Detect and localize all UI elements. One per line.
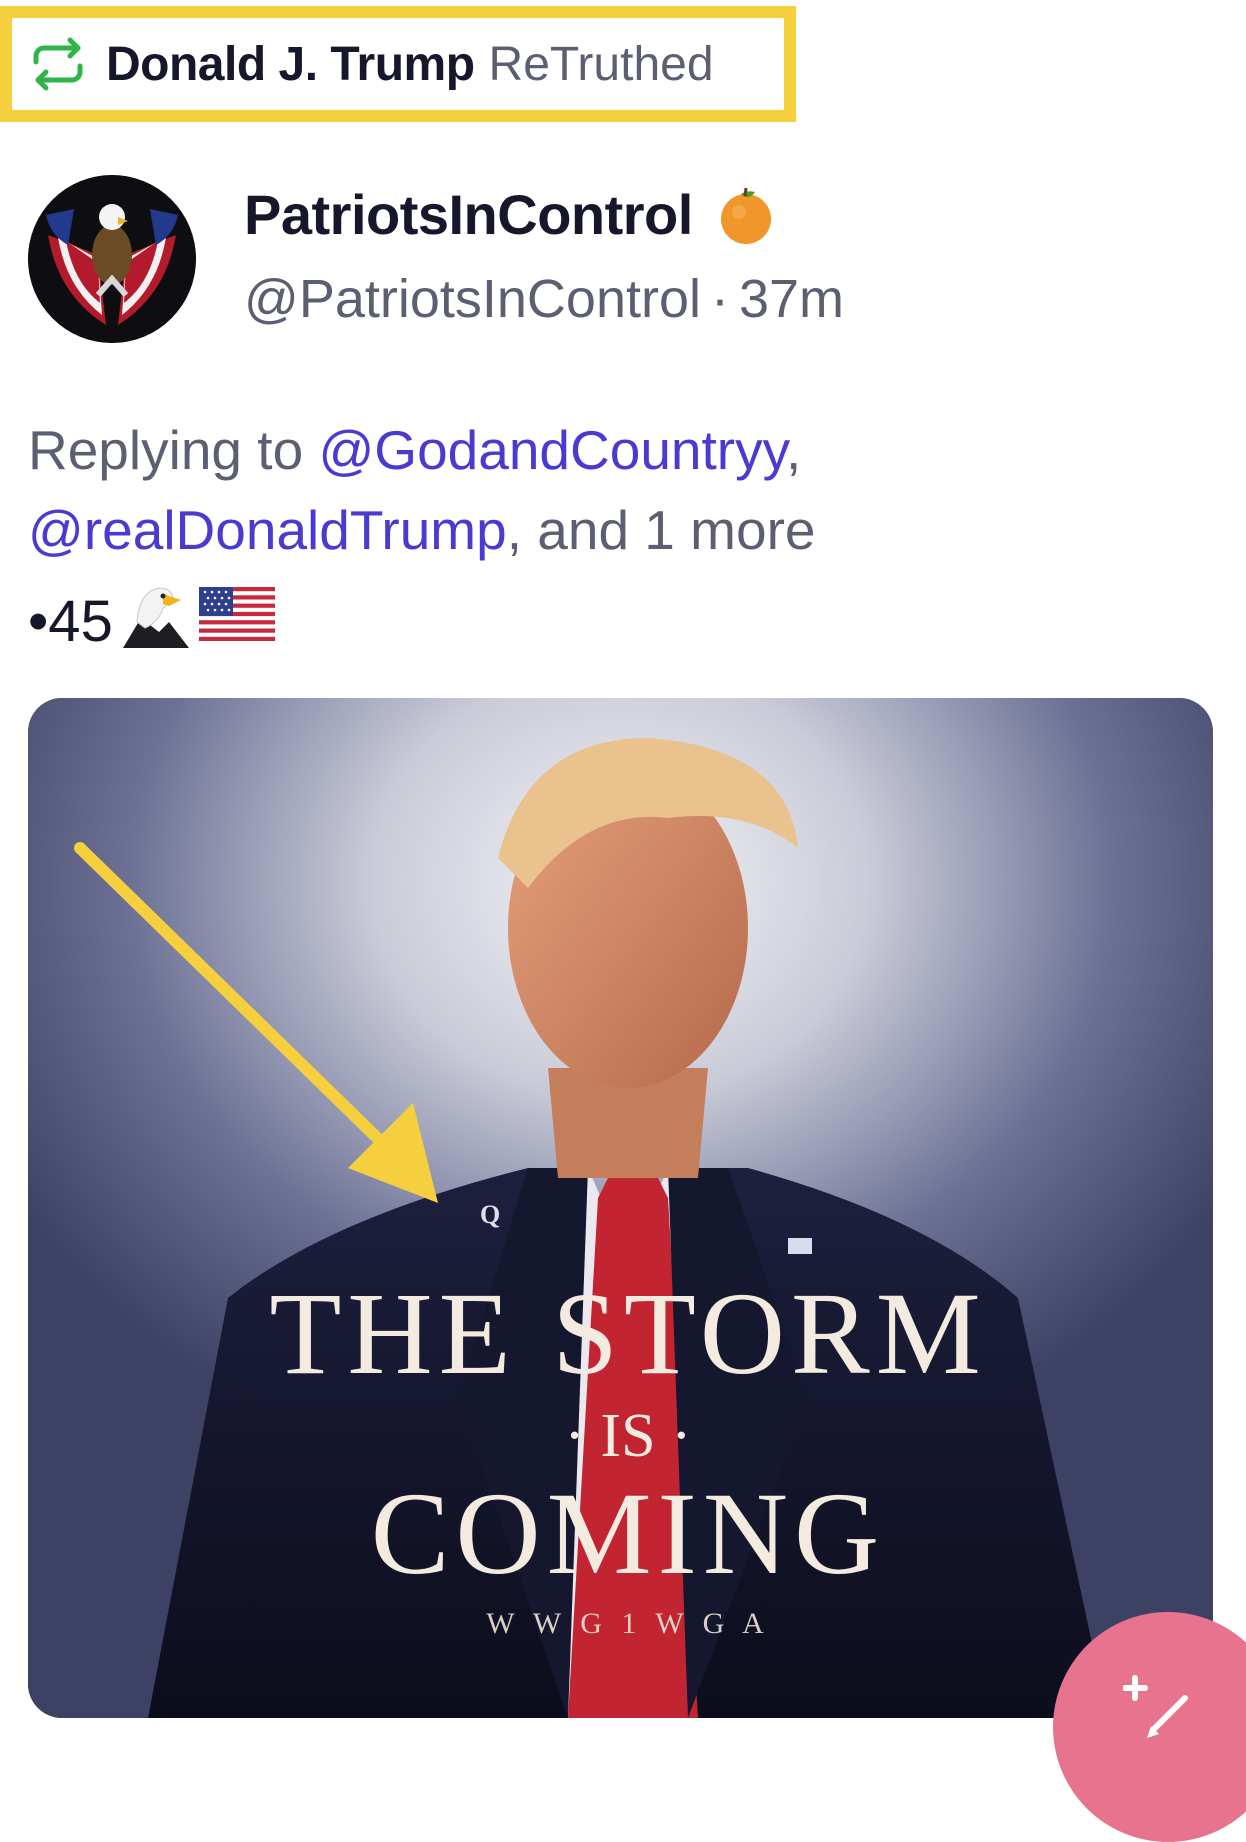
post-body: •45 [28, 578, 277, 664]
poster-line-3: COMING [371, 1468, 886, 1599]
author-meta: @PatriotsInControl · 37m [244, 268, 844, 330]
author-display-name[interactable]: PatriotsInControl [244, 182, 693, 247]
orange-badge-icon [715, 184, 777, 246]
compose-icon [1122, 1672, 1193, 1742]
reply-comma: , [786, 419, 802, 481]
avatar[interactable] [28, 175, 196, 343]
retruth-user-name[interactable]: Donald J. Trump [106, 37, 475, 92]
retruth-header[interactable]: Donald J. Trump ReTruthed [12, 18, 784, 110]
eagle-emoji-icon [119, 578, 191, 664]
author-name[interactable]: PatriotsInControl [244, 182, 777, 247]
mention-link-1[interactable]: @GodandCountryy [318, 419, 786, 481]
reply-suffix[interactable]: , and 1 more [507, 499, 816, 561]
retruth-icon [28, 34, 88, 94]
post-text: •45 [28, 588, 113, 654]
lapel-q-letter: Q [480, 1200, 500, 1229]
us-flag-emoji-icon [197, 583, 277, 659]
mention-link-2[interactable]: @realDonaldTrump [28, 499, 507, 561]
retruth-action-label: ReTruthed [488, 37, 714, 91]
meta-separator: · [711, 269, 729, 329]
reply-context: Replying to @GodandCountryy, @realDonald… [28, 410, 1208, 570]
poster-line-1: THE STORM [269, 1268, 986, 1399]
poster-line-2: · IS · [564, 1402, 691, 1470]
retruth-banner: Donald J. Trump ReTruthed [0, 6, 796, 122]
author-handle[interactable]: @PatriotsInControl [244, 269, 701, 329]
post-timestamp[interactable]: 37m [739, 269, 844, 329]
poster-line-4: W W G 1 W G A [486, 1607, 770, 1640]
reply-prefix: Replying to [28, 419, 304, 481]
post-media-image[interactable]: Q THE STORM · IS · COMING W W G 1 W G A [28, 698, 1213, 1718]
